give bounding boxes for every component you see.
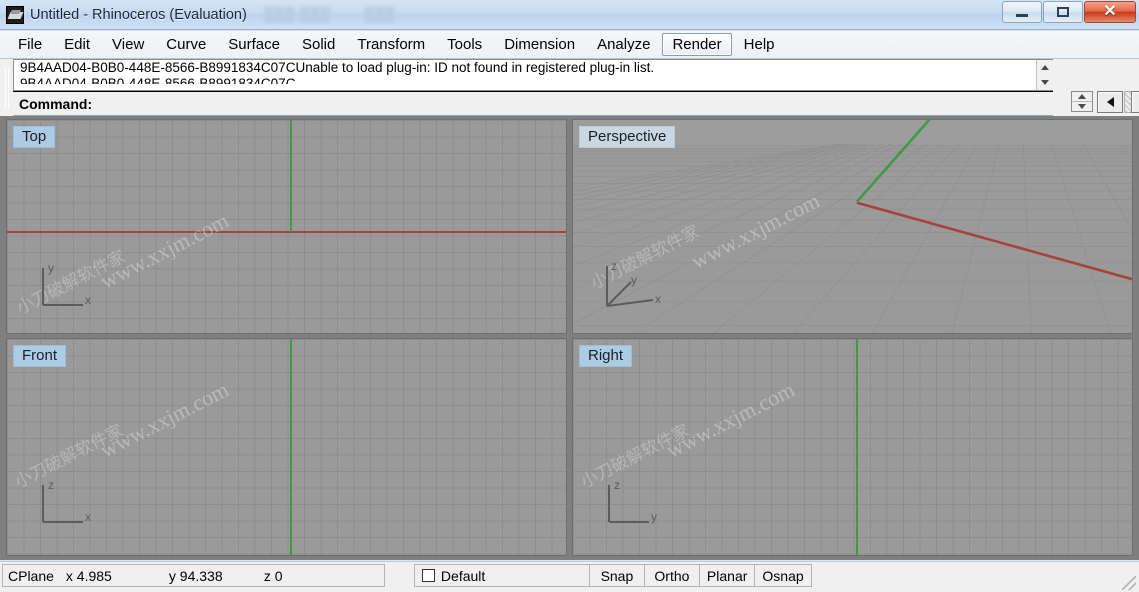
- svg-text:y: y: [48, 261, 54, 275]
- viewport-front[interactable]: www.xxjm.com 小刀破解软件家 z x Front: [6, 338, 567, 556]
- viewport-top[interactable]: www.xxjm.com 小刀破解软件家 y x Top: [6, 119, 567, 334]
- chevron-down-icon: [1041, 80, 1049, 85]
- status-spacer: [384, 564, 414, 592]
- viewport-perspective-axis-x: [856, 201, 1132, 281]
- command-spinner[interactable]: [1071, 91, 1093, 112]
- next-command-button[interactable]: [1131, 91, 1139, 113]
- chevron-down-icon: [1078, 104, 1086, 109]
- resize-grip-icon[interactable]: [1122, 576, 1136, 590]
- status-toggle-snap[interactable]: Snap: [588, 564, 645, 587]
- status-layer-selector[interactable]: Default: [413, 564, 590, 587]
- command-history-scrollbar[interactable]: [1036, 60, 1053, 90]
- viewport-perspective-axis-y: [855, 120, 931, 203]
- svg-text:x: x: [655, 292, 661, 306]
- menu-help[interactable]: Help: [734, 33, 785, 56]
- status-bar: CPlane x 4.985 y 94.338 z 0 Default Snap…: [0, 561, 1139, 592]
- viewport-right-axis-indicator: z y: [601, 477, 661, 535]
- viewport-top-axis-x: [7, 231, 566, 233]
- svg-text:z: z: [611, 259, 617, 273]
- menu-file[interactable]: File: [8, 33, 52, 56]
- spinner-down-button[interactable]: [1072, 101, 1092, 111]
- chevron-up-icon: [1078, 94, 1086, 99]
- maximize-restore-button[interactable]: [1043, 1, 1083, 23]
- spinner-up-button[interactable]: [1072, 92, 1092, 101]
- status-coord-x: x 4.985: [58, 564, 163, 587]
- menu-view[interactable]: View: [102, 33, 154, 56]
- menu-solid[interactable]: Solid: [292, 33, 345, 56]
- svg-text:y: y: [651, 510, 657, 524]
- viewport-label-perspective[interactable]: Perspective: [579, 126, 676, 148]
- history-scroll-up-button[interactable]: [1037, 60, 1053, 75]
- title-bar: Untitled - Rhinoceros (Evaluation) ███ █…: [0, 0, 1139, 30]
- viewport-label-top[interactable]: Top: [13, 126, 56, 148]
- viewport-top-axis-indicator: y x: [35, 260, 95, 318]
- svg-text:z: z: [48, 478, 54, 492]
- svg-text:x: x: [85, 510, 91, 524]
- menu-bar: File Edit View Curve Surface Solid Trans…: [0, 31, 1139, 59]
- chevron-left-icon: [1106, 97, 1114, 107]
- command-prompt-label: Command:: [19, 95, 93, 112]
- viewport-right[interactable]: www.xxjm.com 小刀破解软件家 z y Right: [572, 338, 1133, 556]
- previous-command-button[interactable]: [1097, 91, 1123, 113]
- viewport-right-axis-y: [856, 339, 858, 555]
- menu-render[interactable]: Render: [662, 33, 732, 56]
- svg-text:y: y: [631, 273, 637, 287]
- svg-text:x: x: [85, 293, 91, 307]
- minimize-icon: [1016, 13, 1028, 17]
- status-coord-z: z 0: [256, 564, 385, 587]
- menu-edit[interactable]: Edit: [54, 33, 100, 56]
- viewport-top-axis-y: [290, 120, 292, 232]
- command-stack: 9B4AAD04-B0B0-448E-8566-B8991834C07CUnab…: [13, 59, 1053, 115]
- viewport-container: www.xxjm.com 小刀破解软件家 y x Top www.xxjm.co…: [0, 116, 1139, 560]
- command-pane-gripper[interactable]: [0, 59, 13, 116]
- status-coord-y: y 94.338: [161, 564, 258, 587]
- minimize-button[interactable]: [1002, 1, 1042, 23]
- window-controls: ✕: [1001, 1, 1136, 23]
- status-toggle-planar[interactable]: Planar: [698, 564, 756, 587]
- status-cplane-button[interactable]: CPlane: [2, 564, 60, 587]
- status-toggle-osnap[interactable]: Osnap: [754, 564, 812, 587]
- layer-color-swatch[interactable]: [421, 569, 435, 582]
- rhino-icon: [6, 5, 24, 24]
- menu-surface[interactable]: Surface: [218, 33, 290, 56]
- title-watermark: ███ ███ ███: [264, 7, 396, 22]
- command-history-line-2: 9B4AAD04-B0B0-448E-8566-B8991834C07C: [20, 76, 296, 84]
- viewport-label-right[interactable]: Right: [579, 345, 633, 367]
- close-button[interactable]: ✕: [1084, 1, 1136, 23]
- chevron-up-icon: [1041, 65, 1049, 70]
- viewport-perspective-axis-indicator: z y x: [597, 258, 669, 320]
- command-area: 9B4AAD04-B0B0-448E-8566-B8991834C07CUnab…: [0, 59, 1139, 116]
- menu-curve[interactable]: Curve: [156, 33, 216, 56]
- viewport-perspective[interactable]: www.xxjm.com 小刀破解软件家 z y x Perspective: [572, 119, 1133, 334]
- layer-name: Default: [440, 567, 486, 584]
- status-toggle-ortho[interactable]: Ortho: [643, 564, 700, 587]
- viewport-front-axis-indicator: z x: [35, 477, 95, 535]
- menu-tools[interactable]: Tools: [437, 33, 492, 56]
- svg-text:z: z: [614, 478, 620, 492]
- rhinoceros-window: Untitled - Rhinoceros (Evaluation) ███ █…: [0, 0, 1139, 592]
- viewport-front-axis-y: [290, 339, 292, 555]
- viewport-label-front[interactable]: Front: [13, 345, 67, 367]
- command-history[interactable]: 9B4AAD04-B0B0-448E-8566-B8991834C07CUnab…: [13, 59, 1053, 91]
- menu-transform[interactable]: Transform: [347, 33, 435, 56]
- menu-dimension[interactable]: Dimension: [494, 33, 585, 56]
- restore-icon: [1057, 7, 1069, 17]
- close-icon: ✕: [1103, 3, 1117, 20]
- status-bar-tail: [811, 564, 1139, 592]
- command-history-line-1: 9B4AAD04-B0B0-448E-8566-B8991834C07CUnab…: [20, 60, 655, 75]
- window-title: Untitled - Rhinoceros (Evaluation): [30, 6, 247, 23]
- history-scroll-down-button[interactable]: [1037, 75, 1053, 90]
- command-input-row[interactable]: Command:: [13, 91, 1053, 115]
- command-area-controls: [1053, 59, 1139, 116]
- menu-analyze[interactable]: Analyze: [587, 33, 660, 56]
